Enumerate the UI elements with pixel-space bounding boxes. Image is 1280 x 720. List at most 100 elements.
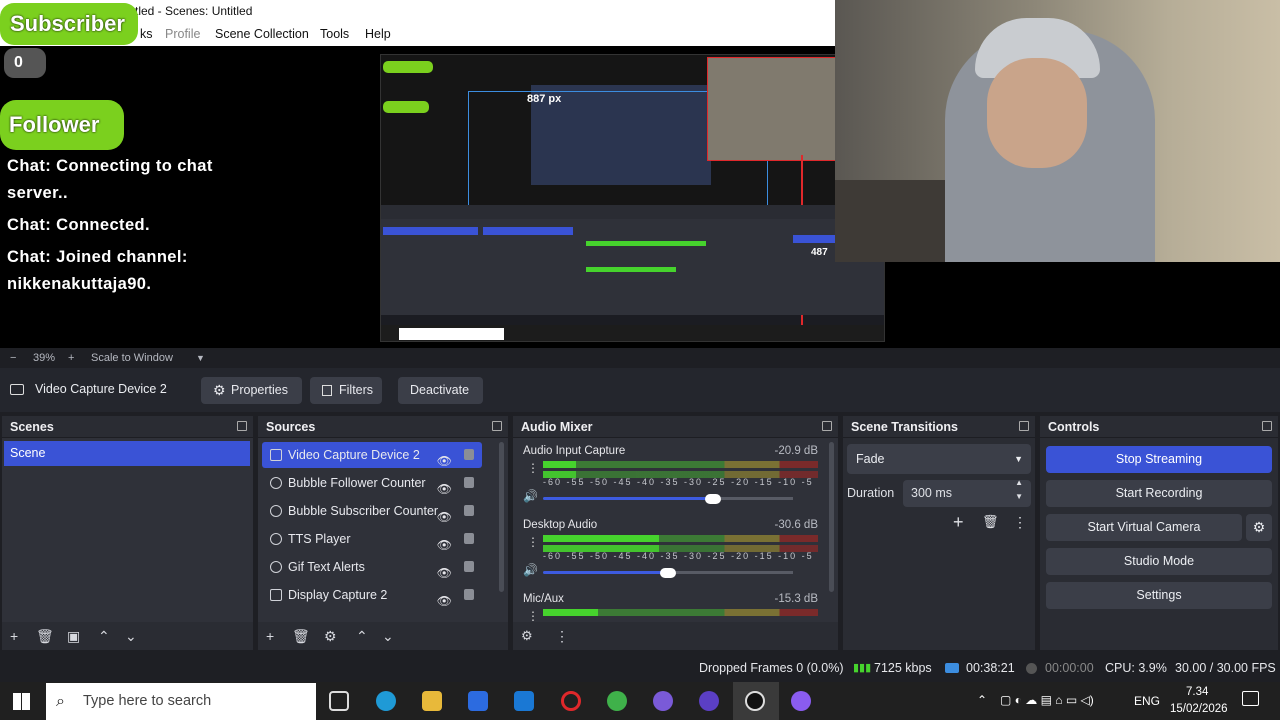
- gear-icon[interactable]: ⚙: [521, 622, 533, 650]
- trash-icon[interactable]: 🗑: [982, 514, 999, 530]
- selected-source-name: Video Capture Device 2: [35, 382, 167, 396]
- menu-item-profile[interactable]: Profile: [165, 22, 200, 46]
- source-item[interactable]: Bubble Subscriber Counter 👁: [262, 498, 482, 524]
- kebab-menu-icon[interactable]: ⋮: [555, 622, 569, 650]
- edge-icon[interactable]: [376, 691, 396, 711]
- store-icon[interactable]: [468, 691, 488, 711]
- move-up-icon[interactable]: ⌃: [98, 622, 110, 650]
- monitor-icon: [270, 589, 282, 601]
- popout-icon[interactable]: [1019, 421, 1029, 431]
- opera-icon[interactable]: [561, 691, 581, 711]
- popout-icon[interactable]: [1262, 421, 1272, 431]
- stop-streaming-button[interactable]: Stop Streaming: [1046, 446, 1272, 473]
- gear-icon[interactable]: ⚙: [1246, 514, 1272, 541]
- volume-fader[interactable]: [543, 571, 668, 574]
- sources-scrollbar[interactable]: [499, 442, 504, 592]
- add-icon[interactable]: +: [266, 622, 274, 650]
- lock-icon[interactable]: [464, 449, 474, 460]
- menu-item-scene-collection[interactable]: Scene Collection: [215, 22, 309, 46]
- chevron-down-icon[interactable]: ▼: [196, 348, 205, 368]
- app-icon-green[interactable]: [607, 691, 627, 711]
- kebab-menu-icon[interactable]: ⋮: [527, 609, 539, 622]
- source-item[interactable]: Bubble Follower Counter 👁: [262, 470, 482, 496]
- studio-mode-button[interactable]: Studio Mode: [1046, 548, 1272, 575]
- gear-icon[interactable]: ⚙: [324, 622, 337, 650]
- deactivate-button[interactable]: Deactivate: [398, 377, 483, 404]
- lock-icon[interactable]: [464, 589, 474, 600]
- popout-icon[interactable]: [237, 421, 247, 431]
- chat-line: Chat: Joined channel:: [7, 248, 188, 266]
- trash-icon[interactable]: 🗑: [36, 622, 54, 650]
- fader-knob[interactable]: [705, 494, 721, 504]
- speaker-icon[interactable]: 🔊: [523, 489, 538, 503]
- lock-icon[interactable]: [464, 477, 474, 488]
- status-bar: Dropped Frames 0 (0.0%) ▮▮▮ 7125 kbps 00…: [0, 652, 1280, 682]
- spin-arrows-icon[interactable]: ▲ ▼: [1015, 476, 1023, 504]
- chevron-down-icon: ▼: [1014, 454, 1023, 464]
- zoom-in-button[interactable]: +: [68, 348, 74, 368]
- notification-icon[interactable]: [1242, 691, 1259, 706]
- source-item[interactable]: Display Capture 2 👁: [262, 582, 482, 608]
- move-down-icon[interactable]: ⌄: [382, 622, 394, 650]
- outlook-icon[interactable]: [514, 691, 534, 711]
- source-item[interactable]: Video Capture Device 2 👁: [262, 442, 482, 468]
- filter-icon[interactable]: ▣: [67, 622, 80, 650]
- mixer-channel: Audio Input Capture -20.9 dB ⋮ -60 -55 -…: [521, 445, 818, 519]
- fader-knob[interactable]: [660, 568, 676, 578]
- menu-item-docks[interactable]: ks: [140, 22, 153, 46]
- obs-icon[interactable]: [745, 691, 765, 711]
- tray-chevron-icon[interactable]: ⌃: [977, 693, 987, 707]
- source-item[interactable]: Gif Text Alerts 👁: [262, 554, 482, 580]
- file-explorer-icon[interactable]: [422, 691, 442, 711]
- start-recording-button[interactable]: Start Recording: [1046, 480, 1272, 507]
- duration-spinbox[interactable]: 300 ms ▲ ▼: [903, 478, 1031, 507]
- menu-item-tools[interactable]: Tools: [320, 22, 349, 46]
- lock-icon[interactable]: [464, 505, 474, 516]
- add-icon[interactable]: +: [10, 622, 18, 650]
- language-indicator[interactable]: ENG: [1134, 694, 1160, 708]
- kebab-menu-icon[interactable]: ⋮: [1013, 514, 1027, 531]
- audio-mixer-dock: Audio Mixer Audio Input Capture -20.9 dB…: [513, 416, 838, 650]
- zoom-out-button[interactable]: −: [10, 348, 16, 368]
- mixer-scrollbar[interactable]: [829, 442, 834, 592]
- controls-title: Controls: [1040, 416, 1278, 438]
- trash-icon[interactable]: 🗑: [292, 622, 310, 650]
- menu-item-help[interactable]: Help: [365, 22, 391, 46]
- volume-fader[interactable]: [543, 497, 713, 500]
- streaming-icon: [945, 663, 959, 673]
- volume-meter: [543, 535, 818, 542]
- kebab-menu-icon[interactable]: ⋮: [527, 535, 539, 549]
- popout-icon[interactable]: [492, 421, 502, 431]
- task-view-icon[interactable]: [329, 691, 349, 711]
- popout-icon[interactable]: [822, 421, 832, 431]
- windows-start-icon[interactable]: [13, 693, 30, 710]
- add-icon[interactable]: +: [953, 512, 964, 533]
- twitch-chat-icon[interactable]: [791, 691, 811, 711]
- meter-ticks: -60 -55 -50 -45 -40 -35 -30 -25 -20 -15 …: [543, 551, 818, 561]
- app-icon-violet[interactable]: [699, 691, 719, 711]
- eye-icon[interactable]: 👁: [437, 588, 452, 614]
- move-down-icon[interactable]: ⌄: [125, 622, 137, 650]
- clock-date[interactable]: 15/02/2026: [1170, 703, 1228, 715]
- lock-icon[interactable]: [464, 533, 474, 544]
- scene-item[interactable]: Scene: [4, 441, 250, 466]
- taskbar-search[interactable]: ⌕ Type here to search: [46, 683, 316, 720]
- speaker-icon[interactable]: 🔊: [523, 563, 538, 577]
- tray-icons[interactable]: ▢ ◐ ☁ ▤ ⌂ ▭ ◁): [1000, 693, 1094, 707]
- source-item[interactable]: TTS Player 👁: [262, 526, 482, 552]
- controls-body: Stop Streaming Start Recording Start Vir…: [1040, 438, 1278, 650]
- transition-select[interactable]: Fade ▼: [847, 444, 1031, 474]
- scale-mode[interactable]: Scale to Window: [91, 348, 173, 368]
- clock-time[interactable]: 7.34: [1186, 686, 1208, 698]
- filters-button[interactable]: Filters: [310, 377, 382, 404]
- app-icon-purple[interactable]: [653, 691, 673, 711]
- duration-label: Duration: [847, 486, 895, 500]
- properties-button[interactable]: ⚙ Properties: [201, 377, 302, 404]
- kebab-menu-icon[interactable]: ⋮: [527, 461, 539, 475]
- browser-icon: [270, 533, 282, 545]
- channel-db: -30.6 dB: [774, 519, 818, 531]
- settings-button[interactable]: Settings: [1046, 582, 1272, 609]
- start-virtual-camera-button[interactable]: Start Virtual Camera: [1046, 514, 1242, 541]
- move-up-icon[interactable]: ⌃: [356, 622, 368, 650]
- lock-icon[interactable]: [464, 561, 474, 572]
